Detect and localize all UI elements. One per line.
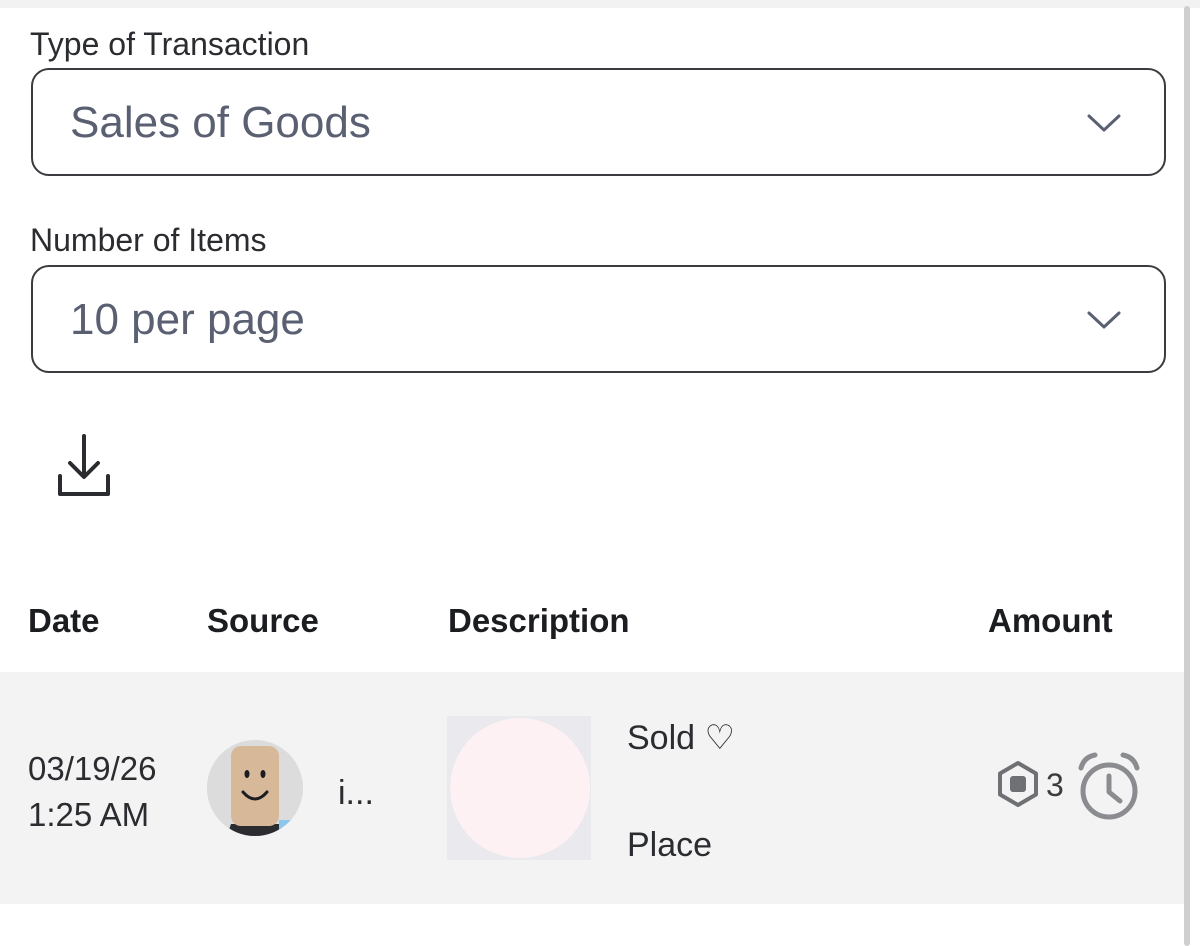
time-text: 1:25 AM	[28, 796, 150, 833]
date-text: 03/19/26	[28, 750, 157, 787]
chevron-down-icon	[1087, 311, 1121, 329]
transaction-type-select[interactable]: Sales of Goods	[31, 68, 1166, 176]
avatar-icon[interactable]	[207, 740, 303, 836]
pending-clock-icon	[1078, 752, 1140, 820]
amount-value: 3	[1046, 767, 1064, 803]
transaction-type-value: Sales of Goods	[70, 98, 371, 147]
items-per-page-select[interactable]: 10 per page	[31, 265, 1166, 373]
items-per-page-label: Number of Items	[30, 222, 267, 258]
source-name-link[interactable]: i...	[338, 774, 374, 813]
top-strip	[0, 0, 1200, 8]
scrollbar[interactable]	[1184, 6, 1190, 946]
items-per-page-value: 10 per page	[70, 295, 305, 344]
description-place[interactable]: Place	[627, 826, 712, 865]
thumbnail-image	[450, 718, 590, 858]
column-header-date: Date	[28, 602, 100, 639]
column-header-source: Source	[207, 602, 319, 639]
column-header-description: Description	[448, 602, 630, 639]
column-header-amount: Amount	[988, 602, 1113, 639]
chevron-down-icon	[1087, 114, 1121, 132]
transaction-type-label: Type of Transaction	[30, 26, 310, 62]
robux-icon	[998, 761, 1038, 807]
table-row: 03/19/26 1:25 AM i... Sold ♡ Place 3	[0, 672, 1184, 904]
description-item-name[interactable]: Sold ♡	[627, 718, 735, 758]
download-icon[interactable]	[56, 432, 112, 502]
date-cell: 03/19/26 1:25 AM	[28, 746, 156, 838]
item-thumbnail[interactable]	[447, 716, 591, 860]
